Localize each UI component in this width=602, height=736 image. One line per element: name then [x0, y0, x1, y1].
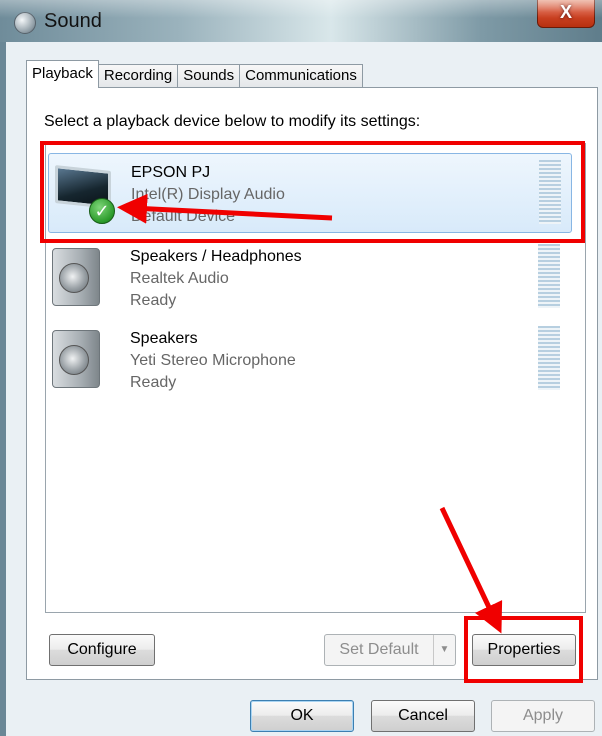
annotation-arrow-to-device [117, 193, 333, 224]
annotation-arrow-to-properties [439, 506, 503, 634]
annotation-arrows [117, 193, 503, 634]
tab-playback[interactable]: Playback [26, 60, 99, 88]
